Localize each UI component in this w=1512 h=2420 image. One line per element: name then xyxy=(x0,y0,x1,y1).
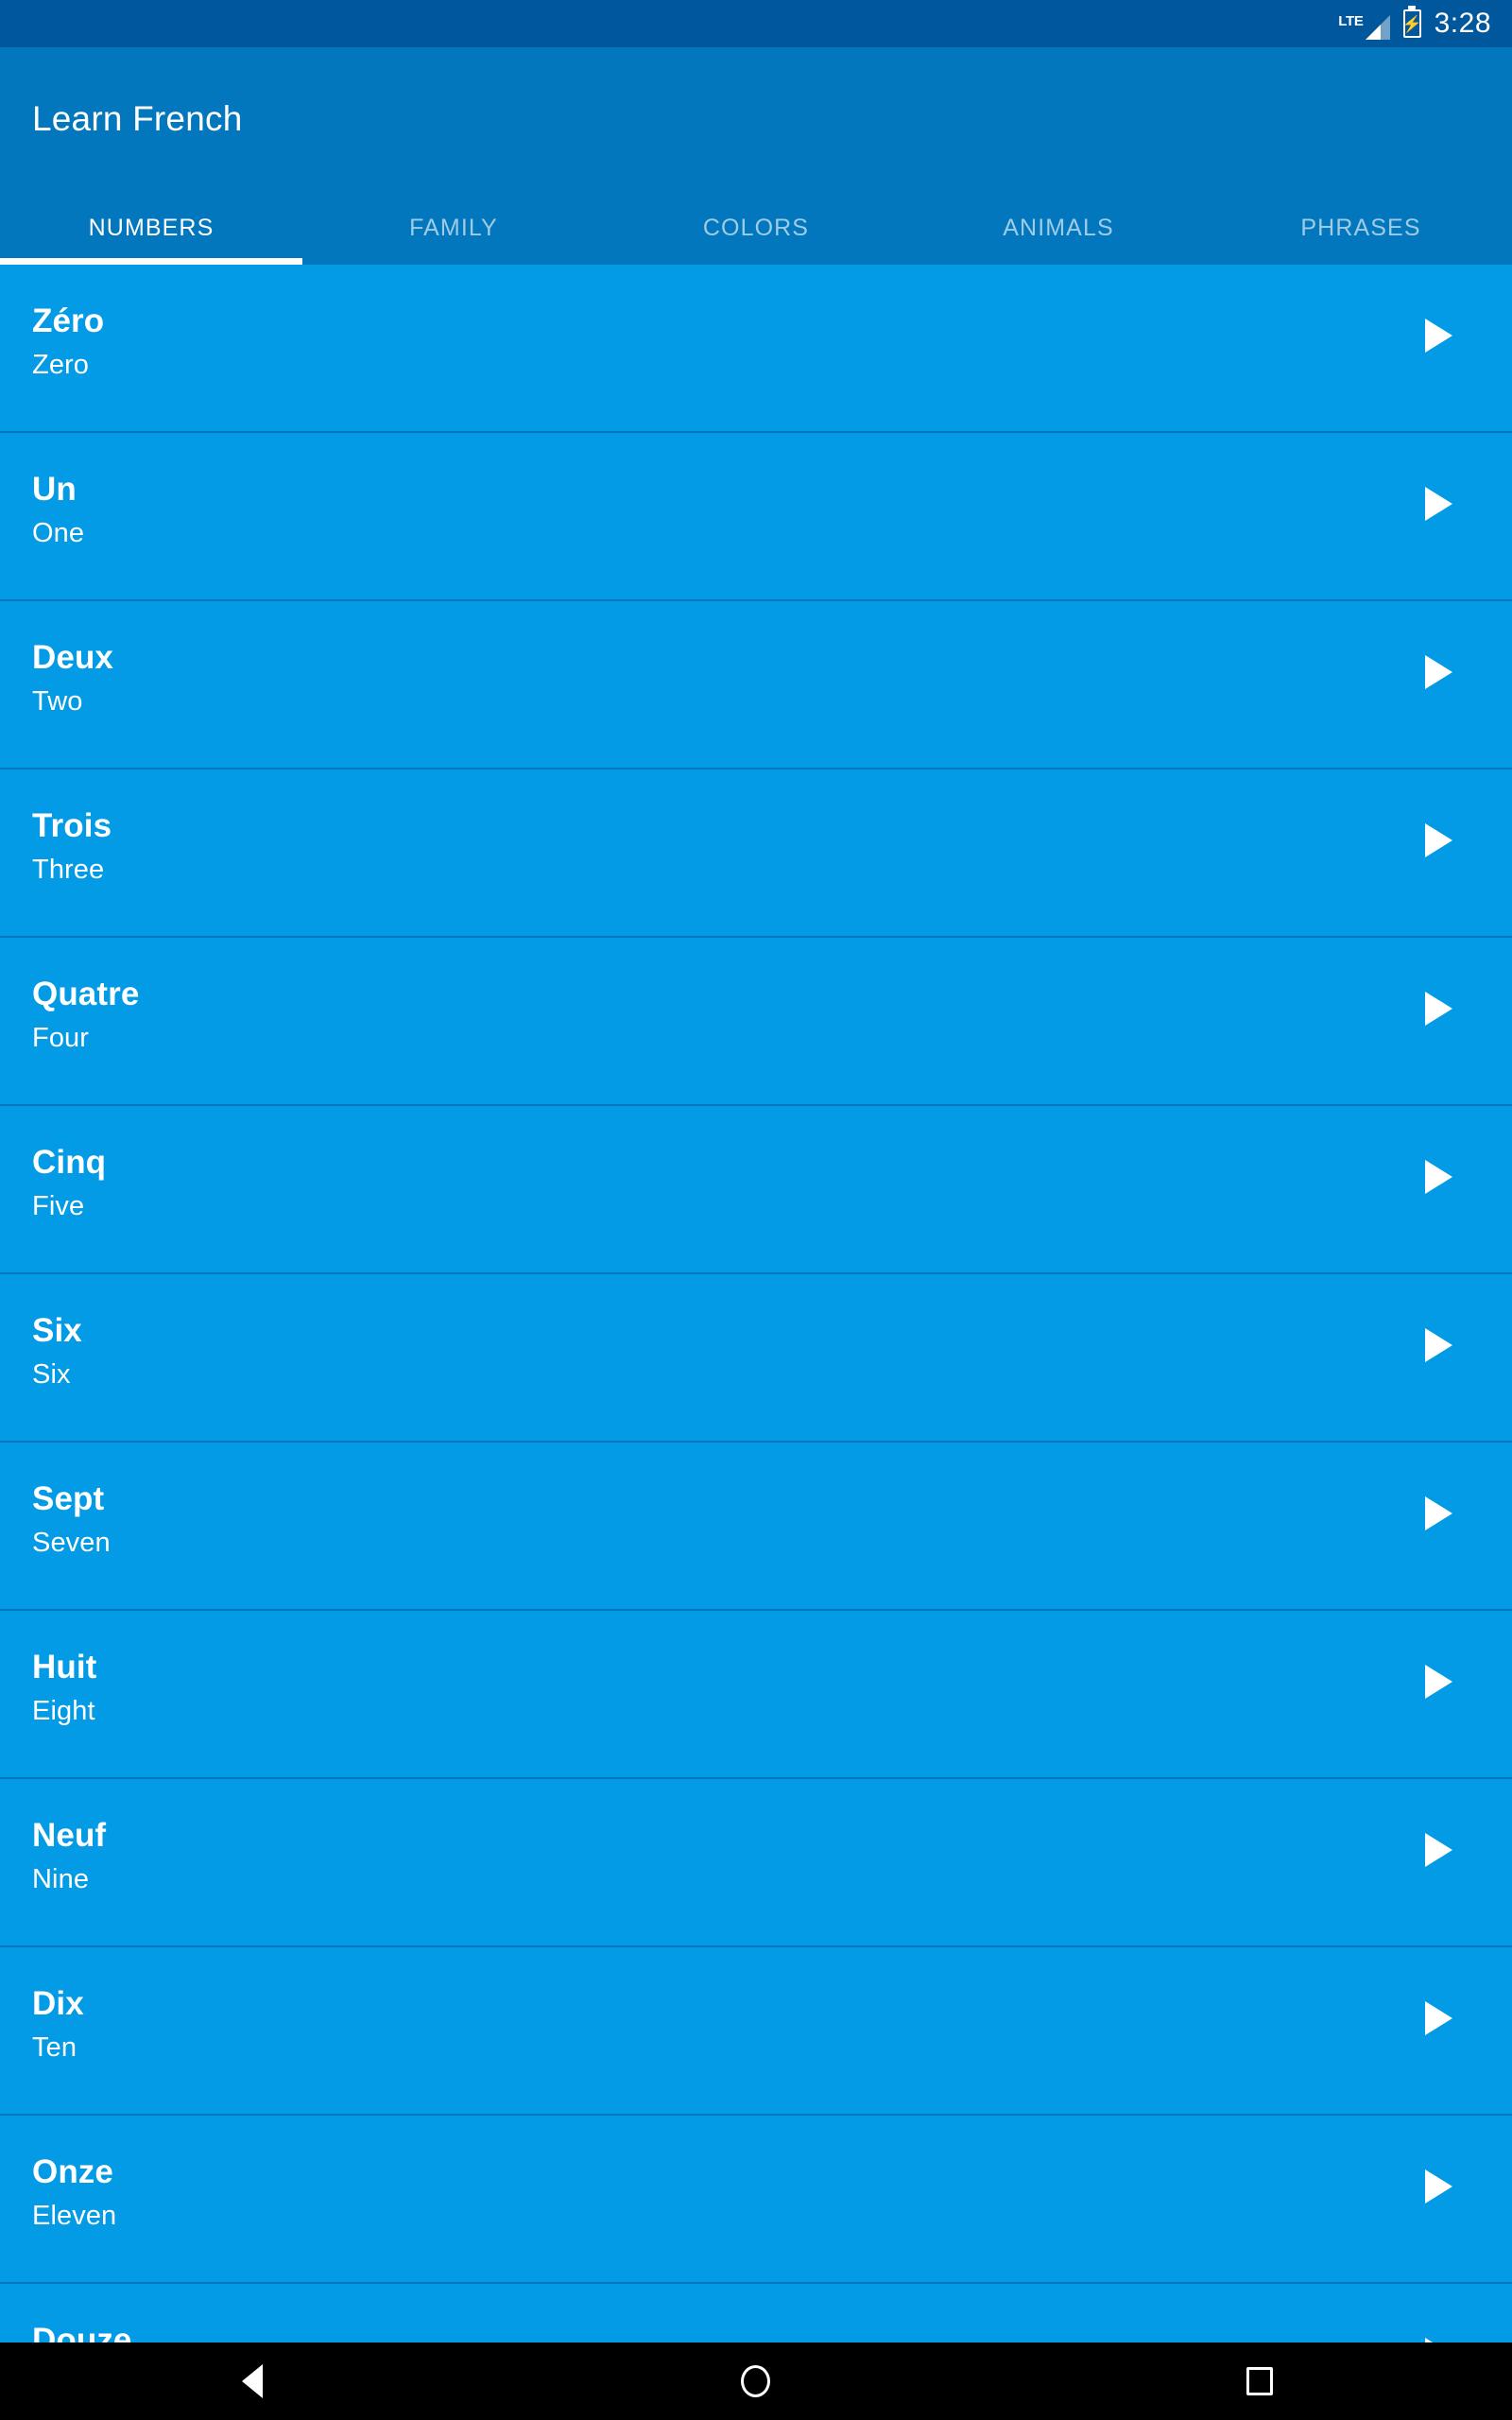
table-row[interactable]: Neuf Nine xyxy=(0,1779,1512,1947)
english-translation: One xyxy=(32,518,85,549)
french-word: Deux xyxy=(32,639,113,677)
table-row[interactable]: Un One xyxy=(0,433,1512,601)
french-word: Trois xyxy=(32,807,112,845)
english-translation: Nine xyxy=(32,1864,90,1895)
play-triangle-icon[interactable] xyxy=(1425,487,1453,521)
status-bar-clock: 3:28 xyxy=(1434,8,1491,39)
french-word: Sept xyxy=(32,1480,105,1518)
status-bar-icons: LTE ⚡ 3:28 xyxy=(1338,8,1491,40)
android-nav-bar xyxy=(0,2342,1512,2420)
play-triangle-icon[interactable] xyxy=(1425,823,1453,857)
english-translation: Eleven xyxy=(32,2201,117,2232)
page-title: Learn French xyxy=(32,99,243,138)
row-texts: Neuf Nine xyxy=(32,1806,106,1918)
english-translation: Four xyxy=(32,1023,90,1054)
tab-phrases[interactable]: PHRASES xyxy=(1210,216,1512,240)
tab-numbers[interactable]: NUMBERS xyxy=(0,216,302,240)
tab-bar: NUMBERS FAMILY COLORS ANIMALS PHRASES xyxy=(0,191,1512,265)
home-circle-icon xyxy=(741,2365,771,2397)
french-word: Un xyxy=(32,471,77,509)
row-texts: Trois Three xyxy=(32,796,112,908)
tab-colors[interactable]: COLORS xyxy=(605,216,907,240)
recents-square-icon xyxy=(1246,2367,1274,2395)
table-row[interactable]: Onze Eleven xyxy=(0,2116,1512,2284)
signal-bars-icon: LTE xyxy=(1338,8,1390,40)
table-row[interactable]: Dix Ten xyxy=(0,1947,1512,2116)
word-list[interactable]: Zéro Zero Un One Deux Two Trois Three Qu… xyxy=(0,265,1512,2373)
play-triangle-icon[interactable] xyxy=(1425,1833,1453,1867)
row-texts: Cinq Five xyxy=(32,1132,106,1245)
play-triangle-icon[interactable] xyxy=(1425,2169,1453,2204)
french-word: Huit xyxy=(32,1649,97,1686)
row-texts: Quatre Four xyxy=(32,964,139,1077)
row-texts: Sept Seven xyxy=(32,1469,111,1582)
english-translation: Zero xyxy=(32,350,90,381)
play-triangle-icon[interactable] xyxy=(1425,992,1453,1026)
table-row[interactable]: Cinq Five xyxy=(0,1106,1512,1274)
table-row[interactable]: Zéro Zero xyxy=(0,265,1512,433)
table-row[interactable]: Deux Two xyxy=(0,601,1512,769)
french-word: Onze xyxy=(32,2153,113,2191)
play-triangle-icon[interactable] xyxy=(1425,1665,1453,1699)
english-translation: Six xyxy=(32,1359,71,1391)
row-texts: Onze Eleven xyxy=(32,2142,116,2255)
english-translation: Ten xyxy=(32,2032,77,2064)
english-translation: Eight xyxy=(32,1696,95,1727)
play-triangle-icon[interactable] xyxy=(1425,2001,1453,2035)
play-triangle-icon[interactable] xyxy=(1425,319,1453,353)
table-row[interactable]: Quatre Four xyxy=(0,938,1512,1106)
back-triangle-icon xyxy=(241,2364,263,2398)
tab-family[interactable]: FAMILY xyxy=(302,216,605,240)
table-row[interactable]: Six Six xyxy=(0,1274,1512,1443)
row-texts: Huit Eight xyxy=(32,1637,96,1750)
battery-bolt-glyph: ⚡ xyxy=(1401,14,1422,33)
table-row[interactable]: Sept Seven xyxy=(0,1443,1512,1611)
play-triangle-icon[interactable] xyxy=(1425,655,1453,689)
row-texts: Deux Two xyxy=(32,628,113,740)
row-texts: Six Six xyxy=(32,1301,82,1413)
active-tab-indicator xyxy=(0,258,302,265)
back-button[interactable] xyxy=(181,2342,323,2420)
english-translation: Five xyxy=(32,1191,85,1222)
row-texts: Un One xyxy=(32,459,84,572)
home-button[interactable] xyxy=(685,2342,827,2420)
play-triangle-icon[interactable] xyxy=(1425,1496,1453,1530)
network-type-label: LTE xyxy=(1338,13,1364,29)
french-word: Dix xyxy=(32,1985,84,2023)
recents-button[interactable] xyxy=(1189,2342,1331,2420)
english-translation: Seven xyxy=(32,1528,111,1559)
play-triangle-icon[interactable] xyxy=(1425,1160,1453,1194)
french-word: Quatre xyxy=(32,976,140,1013)
row-texts: Zéro Zero xyxy=(32,291,104,404)
play-triangle-icon[interactable] xyxy=(1425,1328,1453,1362)
english-translation: Three xyxy=(32,855,105,886)
row-texts: Dix Ten xyxy=(32,1974,84,2086)
table-row[interactable]: Trois Three xyxy=(0,769,1512,938)
battery-charging-icon: ⚡ xyxy=(1401,9,1422,38)
app-bar: Learn French xyxy=(0,47,1512,191)
french-word: Neuf xyxy=(32,1817,107,1855)
french-word: Zéro xyxy=(32,302,105,340)
status-bar: LTE ⚡ 3:28 xyxy=(0,0,1512,47)
french-word: Cinq xyxy=(32,1144,107,1182)
french-word: Six xyxy=(32,1312,82,1350)
app-root: LTE ⚡ 3:28 Learn French NUMBERS FAMILY C… xyxy=(0,0,1512,2420)
table-row[interactable]: Huit Eight xyxy=(0,1611,1512,1779)
tab-animals[interactable]: ANIMALS xyxy=(907,216,1210,240)
signal-triangle-icon xyxy=(1365,15,1390,40)
english-translation: Two xyxy=(32,686,83,717)
